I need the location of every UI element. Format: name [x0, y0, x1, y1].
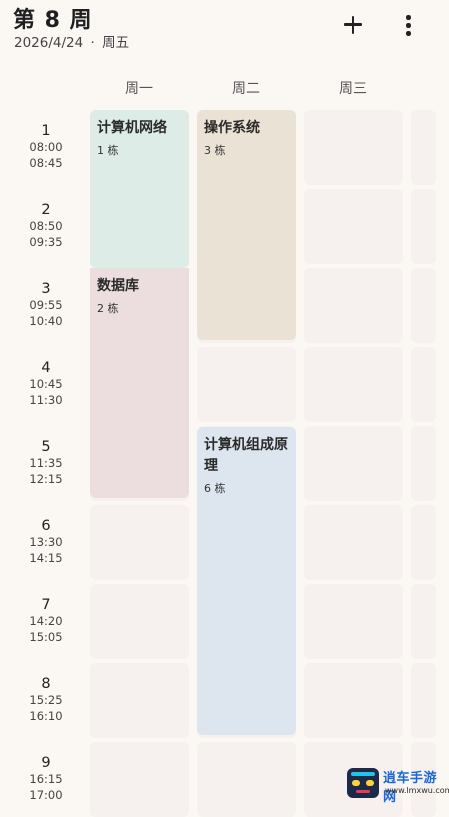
course-room: 1 栋 [97, 144, 119, 157]
period-1: 1 08:00 08:45 [14, 122, 78, 171]
period-number: 3 [41, 281, 51, 297]
empty-slot[interactable] [90, 742, 189, 817]
period-end: 12:15 [29, 471, 63, 486]
course-room: 6 栋 [204, 482, 226, 495]
empty-slot[interactable] [197, 742, 296, 817]
week-title[interactable]: 第 8 周 [13, 2, 93, 34]
empty-slot[interactable] [411, 268, 436, 343]
empty-slot[interactable] [411, 110, 436, 185]
period-start: 15:25 [29, 693, 63, 707]
empty-slot[interactable] [411, 347, 436, 422]
empty-slot[interactable] [411, 426, 436, 501]
watermark-logo-icon [347, 768, 379, 798]
course-name: 计算机组成原理 [204, 437, 288, 474]
current-date: 2026/4/24 · 周五 [14, 31, 129, 51]
period-end: 11:30 [29, 392, 63, 407]
empty-slot[interactable] [411, 663, 436, 738]
period-end: 15:05 [29, 629, 63, 644]
period-number: 8 [41, 676, 51, 692]
empty-slot[interactable] [90, 584, 189, 659]
period-start: 11:35 [29, 456, 63, 470]
date-separator: · [90, 35, 95, 51]
period-start: 08:50 [29, 219, 63, 233]
dot [406, 15, 411, 20]
period-number: 1 [41, 123, 51, 139]
course-name: 操作系统 [204, 120, 260, 136]
course-room: 2 栋 [97, 302, 119, 315]
period-number: 4 [41, 360, 51, 376]
empty-slot[interactable] [304, 584, 403, 659]
period-start: 09:55 [29, 298, 63, 312]
period-start: 08:00 [29, 140, 63, 154]
course-room: 3 栋 [204, 144, 226, 157]
period-8: 8 15:25 16:10 [14, 675, 78, 724]
weekday-text: 周五 [102, 35, 130, 51]
empty-slot[interactable] [304, 347, 403, 422]
empty-slot[interactable] [304, 268, 403, 343]
period-end: 17:00 [29, 787, 63, 802]
period-start: 10:45 [29, 377, 63, 391]
course-name: 计算机网络 [97, 120, 167, 136]
period-2: 2 08:50 09:35 [14, 201, 78, 250]
period-5: 5 11:35 12:15 [14, 438, 78, 487]
period-end: 10:40 [29, 313, 63, 328]
period-3: 3 09:55 10:40 [14, 280, 78, 329]
watermark: 逍车手游网 www.lmxwu.com [347, 766, 449, 805]
day-header-mon: 周一 [125, 81, 153, 97]
period-end: 08:45 [29, 155, 63, 170]
empty-slot[interactable] [90, 663, 189, 738]
empty-slot[interactable] [411, 505, 436, 580]
empty-slot[interactable] [304, 663, 403, 738]
period-end: 16:10 [29, 708, 63, 723]
empty-slot[interactable] [304, 110, 403, 185]
dot [406, 23, 411, 28]
period-6: 6 13:30 14:15 [14, 517, 78, 566]
plus-icon[interactable] [338, 10, 368, 40]
empty-slot[interactable] [197, 347, 296, 422]
empty-slot[interactable] [304, 426, 403, 501]
course-name: 数据库 [97, 278, 139, 294]
period-number: 7 [41, 597, 51, 613]
period-number: 2 [41, 202, 51, 218]
empty-slot[interactable] [411, 584, 436, 659]
empty-slot[interactable] [90, 505, 189, 580]
period-9: 9 16:15 17:00 [14, 754, 78, 803]
empty-slot[interactable] [304, 189, 403, 264]
period-4: 4 10:45 11:30 [14, 359, 78, 408]
day-header-wed: 周三 [339, 81, 367, 97]
period-start: 13:30 [29, 535, 63, 549]
period-start: 14:20 [29, 614, 63, 628]
empty-slot[interactable] [411, 189, 436, 264]
period-7: 7 14:20 15:05 [14, 596, 78, 645]
course-card[interactable]: 数据库 2 栋 [90, 268, 189, 498]
period-start: 16:15 [29, 772, 63, 786]
course-card[interactable]: 操作系统 3 栋 [197, 110, 296, 340]
date-text: 2026/4/24 [14, 35, 84, 51]
more-vertical-icon[interactable] [396, 10, 420, 40]
day-header-tue: 周二 [232, 81, 260, 97]
course-card[interactable]: 计算机组成原理 6 栋 [197, 427, 296, 735]
period-number: 5 [41, 439, 51, 455]
period-end: 14:15 [29, 550, 63, 565]
app-header: 第 8 周 2026/4/24 · 周五 [0, 0, 449, 62]
period-number: 9 [41, 755, 51, 771]
period-end: 09:35 [29, 234, 63, 249]
empty-slot[interactable] [304, 505, 403, 580]
dot [406, 31, 411, 36]
period-number: 6 [41, 518, 51, 534]
watermark-url: www.lmxwu.com [385, 786, 449, 795]
course-card[interactable]: 计算机网络 1 栋 [90, 110, 189, 268]
